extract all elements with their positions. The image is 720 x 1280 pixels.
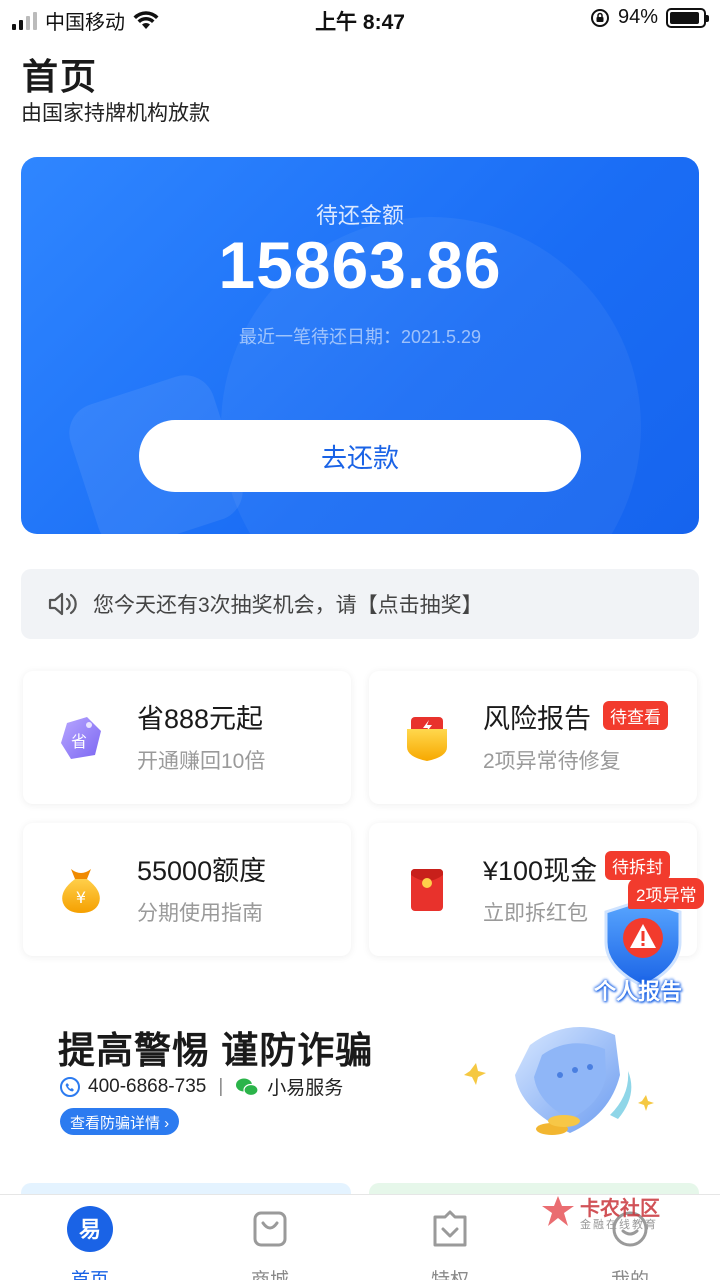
red-envelope-icon — [411, 869, 443, 911]
service-phone[interactable]: 400-6868-735 — [88, 1076, 206, 1098]
privilege-icon — [433, 1210, 467, 1247]
lottery-notice[interactable]: 您今天还有3次抽奖机会，请【点击抽奖】 — [21, 569, 699, 639]
personal-report-label: 个人报告 — [594, 979, 683, 1004]
repayment-card: 待还金额 15863.86 最近一笔待还日期：2021.5.29 去还款 — [21, 157, 699, 534]
tab-label: 商城 — [210, 1265, 330, 1280]
card-title: 55000额度 — [137, 856, 267, 886]
tab-label: 首页 — [30, 1265, 150, 1280]
personal-report-float[interactable]: 2项异常 个人报告 — [592, 878, 708, 1004]
status-bar: 中国移动 上午 8:47 94% — [0, 0, 720, 38]
shield-illustration — [464, 1027, 654, 1135]
tab-home[interactable]: 易 首页 — [30, 1205, 150, 1280]
card-subtitle: 分期使用指南 — [137, 902, 263, 925]
fraud-contact-row: 400-6868-735 | 小易服务 — [60, 1073, 343, 1100]
pending-view-badge: 待查看 — [603, 701, 668, 730]
recent-due-date: 最近一笔待还日期：2021.5.29 — [238, 327, 482, 347]
phone-icon — [60, 1076, 80, 1097]
wechat-service[interactable]: 小易服务 — [267, 1073, 343, 1100]
battery-icon — [666, 7, 709, 28]
card-title: 风险报告 — [483, 704, 591, 734]
orientation-lock-icon — [590, 8, 609, 27]
page-subtitle: 由国家持牌机构放款 — [21, 102, 210, 125]
card-risk-report[interactable]: 风险报告 待查看 2项异常待修复 — [369, 671, 697, 804]
battery-percent: 94% — [617, 6, 658, 28]
pending-open-badge: 待拆封 — [605, 851, 670, 880]
card-subtitle: 2项异常待修复 — [483, 750, 621, 773]
svg-text:易: 易 — [79, 1218, 101, 1243]
notice-text: 您今天还有3次抽奖机会，请【点击抽奖】 — [93, 594, 483, 617]
shopping-bag-icon — [253, 1211, 287, 1247]
money-bag-icon: ¥ — [62, 869, 100, 913]
contact-separator: | — [218, 1075, 224, 1097]
card-save-money[interactable]: 省 省888元起 开通赚回10倍 — [23, 671, 351, 804]
watermark-tagline: 金融在线教育 — [580, 1219, 658, 1231]
due-amount-value: 15863.86 — [218, 228, 502, 302]
card-title: ¥100现金 — [483, 856, 598, 886]
card-subtitle: 立即拆红包 — [483, 902, 588, 925]
card-title: 省888元起 — [137, 704, 264, 734]
tab-label: 我的 — [570, 1265, 690, 1280]
fraud-details-link[interactable]: 查看防骗详情 › — [60, 1108, 180, 1135]
fraud-warning-title: 提高警惕 谨防诈骗 — [58, 1030, 374, 1071]
discount-tag-icon: 省 — [61, 717, 101, 759]
watermark-emblem-icon — [542, 1196, 574, 1226]
status-right: 94% — [590, 6, 709, 29]
speaker-icon — [48, 592, 77, 616]
watermark-logo: 卡农社区 金融在线教育 — [540, 1190, 670, 1234]
tab-label: 特权 — [390, 1265, 510, 1280]
tab-privilege[interactable]: 特权 — [390, 1205, 510, 1280]
page-title: 首页 — [22, 56, 99, 97]
card-credit-limit[interactable]: ¥ 55000额度 分期使用指南 — [23, 823, 351, 956]
card-subtitle: 开通赚回10倍 — [137, 750, 266, 773]
wechat-icon — [236, 1078, 259, 1096]
svg-text:省: 省 — [71, 732, 87, 751]
svg-text:¥: ¥ — [76, 888, 86, 907]
tab-mall[interactable]: 商城 — [210, 1205, 330, 1280]
home-yi-icon: 易 — [67, 1206, 113, 1252]
anomaly-count-badge: 2项异常 — [628, 878, 705, 909]
repay-button[interactable]: 去还款 — [139, 420, 581, 492]
risk-report-icon — [407, 717, 447, 761]
due-amount-label: 待还金额 — [315, 203, 404, 228]
